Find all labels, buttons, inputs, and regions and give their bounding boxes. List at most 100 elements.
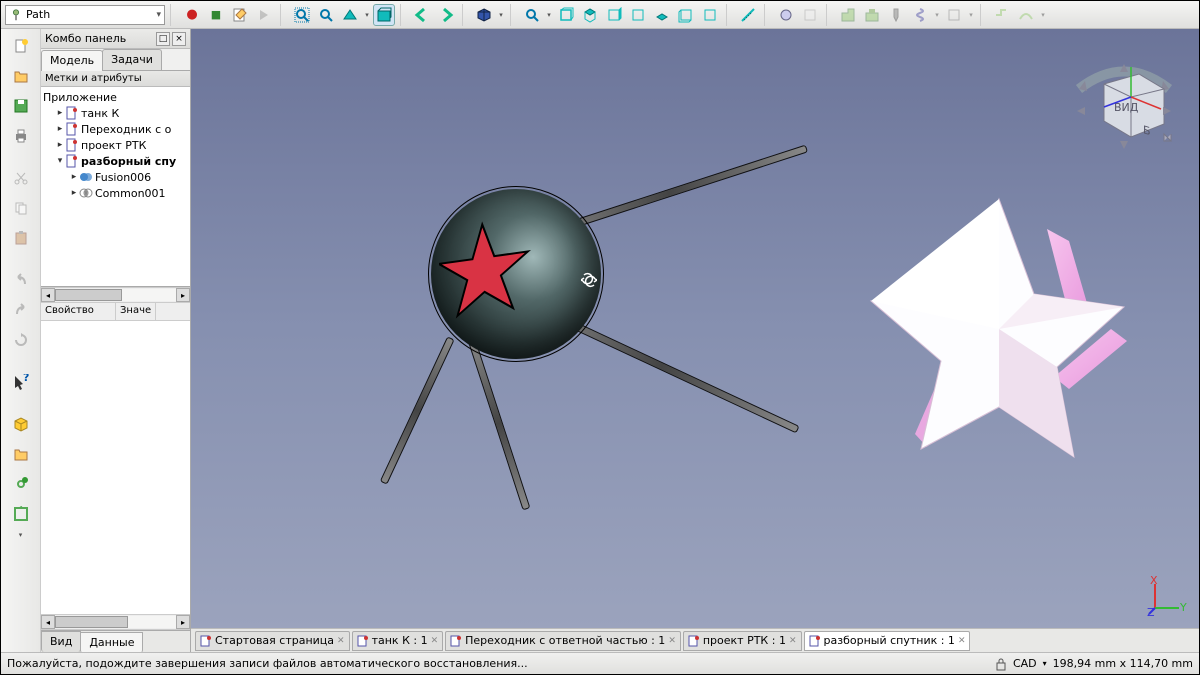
record-button[interactable]: ●: [181, 4, 203, 26]
link-make-button[interactable]: [7, 471, 35, 497]
expand-icon[interactable]: ▸: [69, 188, 79, 198]
doc-tab-active[interactable]: разборный спутник : 1 ✕: [804, 631, 971, 651]
dropdown-arrow-icon[interactable]: ▾: [363, 11, 371, 19]
view-left-button[interactable]: [675, 4, 697, 26]
doc-tab[interactable]: проект РТК : 1 ✕: [683, 631, 802, 651]
zoom-region-button[interactable]: [521, 4, 543, 26]
dropdown-arrow-icon[interactable]: ▾: [967, 11, 975, 19]
save-file-button[interactable]: [7, 93, 35, 119]
doc-tab[interactable]: танк К : 1 ✕: [352, 631, 444, 651]
refresh-button[interactable]: [7, 327, 35, 353]
isometric-view-button[interactable]: [473, 4, 495, 26]
nav-mode[interactable]: CAD: [1013, 657, 1037, 670]
close-tab-icon[interactable]: ✕: [958, 636, 966, 646]
workbench-selector[interactable]: Path ▾: [5, 5, 165, 25]
panel-float-button[interactable]: □: [156, 32, 170, 46]
measure-button[interactable]: [737, 4, 759, 26]
left-toolbar: ? ▾: [1, 29, 41, 652]
dropdown-arrow-icon[interactable]: ▾: [1039, 11, 1047, 19]
tree-item[interactable]: ▸ Переходник с о: [41, 121, 190, 137]
stop-button[interactable]: ■: [205, 4, 227, 26]
doc-tab[interactable]: Переходник с ответной частью : 1 ✕: [445, 631, 681, 651]
path-engrave-button[interactable]: [943, 4, 965, 26]
nav-forward-button[interactable]: [435, 4, 457, 26]
dropdown-arrow-icon[interactable]: ▾: [545, 11, 553, 19]
undo-button[interactable]: [7, 267, 35, 293]
tab-tasks[interactable]: Задачи: [102, 49, 162, 70]
tree-item-child[interactable]: ▸ Common001: [41, 185, 190, 201]
dropdown-arrow-icon[interactable]: ▾: [17, 531, 25, 539]
copy-button[interactable]: [7, 195, 35, 221]
tab-data[interactable]: Данные: [80, 632, 143, 652]
path-drill-button[interactable]: [885, 4, 907, 26]
cut-button[interactable]: [7, 165, 35, 191]
tree-item-active[interactable]: ▾ разборный спу: [41, 153, 190, 169]
property-header: Свойство Значе: [41, 303, 190, 321]
antenna: [467, 337, 530, 511]
scroll-right-button[interactable]: ▸: [176, 288, 190, 302]
dropdown-arrow-icon[interactable]: ▾: [933, 11, 941, 19]
new-file-button[interactable]: [7, 33, 35, 59]
chevron-down-icon[interactable]: ▾: [1043, 659, 1047, 668]
print-button[interactable]: [7, 123, 35, 149]
tab-view[interactable]: Вид: [41, 631, 81, 652]
close-tab-icon[interactable]: ✕: [431, 636, 439, 646]
model-tree[interactable]: Приложение ▸ танк К ▸ Переходник с о ▸ п…: [41, 87, 190, 287]
combo-panel-header: Комбо панель □ ×: [41, 29, 190, 49]
view-iso2-button[interactable]: [699, 4, 721, 26]
close-tab-icon[interactable]: ✕: [789, 636, 797, 646]
doc-tab[interactable]: Стартовая страница ✕: [195, 631, 350, 651]
open-file-button[interactable]: [7, 63, 35, 89]
path-dressup-2-button[interactable]: [1015, 4, 1037, 26]
dropdown-arrow-icon[interactable]: ▾: [497, 11, 505, 19]
redo-button[interactable]: [7, 297, 35, 323]
tree-item[interactable]: ▸ танк К: [41, 105, 190, 121]
scroll-left-button[interactable]: ◂: [41, 288, 55, 302]
scroll-right-button[interactable]: ▸: [176, 615, 190, 629]
scroll-left-button[interactable]: ◂: [41, 615, 55, 629]
whats-this-button[interactable]: ?: [7, 369, 35, 395]
path-tool-1-button[interactable]: [775, 4, 797, 26]
expand-icon[interactable]: ▸: [55, 108, 65, 118]
view-bottom-button[interactable]: [651, 4, 673, 26]
tree-root[interactable]: Приложение: [41, 89, 190, 105]
tree-hscrollbar[interactable]: ◂ ▸: [41, 287, 190, 303]
app-window: Path ▾ ● ■ ▾ ▾ ▾: [0, 0, 1200, 675]
view-front-button[interactable]: [555, 4, 577, 26]
macro-play-button[interactable]: [253, 4, 275, 26]
close-tab-icon[interactable]: ✕: [337, 636, 345, 646]
draw-style-button[interactable]: [339, 4, 361, 26]
path-tool-2-button[interactable]: [799, 4, 821, 26]
axes-indicator: Y X Z: [1147, 576, 1187, 616]
bounding-box-button[interactable]: [373, 4, 395, 26]
macro-edit-button[interactable]: [229, 4, 251, 26]
part-group-button[interactable]: [7, 441, 35, 467]
path-dressup-1-button[interactable]: [991, 4, 1013, 26]
link-group-button[interactable]: [7, 501, 35, 527]
zoom-selection-button[interactable]: [315, 4, 337, 26]
expand-icon[interactable]: ▸: [69, 172, 79, 182]
path-pocket-button[interactable]: [861, 4, 883, 26]
panel-close-button[interactable]: ×: [172, 32, 186, 46]
zoom-fit-button[interactable]: [291, 4, 313, 26]
view-right-button[interactable]: [603, 4, 625, 26]
paste-button[interactable]: [7, 225, 35, 251]
expand-icon[interactable]: ▸: [55, 140, 65, 150]
tree-item[interactable]: ▸ проект РТК: [41, 137, 190, 153]
view-rear-button[interactable]: [627, 4, 649, 26]
view-top-button[interactable]: [579, 4, 601, 26]
path-helix-button[interactable]: [909, 4, 931, 26]
prop-hscrollbar[interactable]: ◂ ▸: [41, 614, 190, 630]
navigation-cube[interactable]: ВИД Б: [1069, 49, 1179, 159]
nav-back-button[interactable]: [411, 4, 433, 26]
tree-item-child[interactable]: ▸ Fusion006: [41, 169, 190, 185]
3d-viewport[interactable]: ВИД Б Y X Z: [191, 29, 1199, 628]
collapse-icon[interactable]: ▾: [55, 156, 65, 166]
lock-icon[interactable]: [995, 657, 1007, 671]
tab-model[interactable]: Модель: [41, 50, 103, 71]
expand-icon[interactable]: ▸: [55, 124, 65, 134]
path-profile-button[interactable]: [837, 4, 859, 26]
close-tab-icon[interactable]: ✕: [668, 636, 676, 646]
property-body[interactable]: [41, 321, 190, 614]
part-box-button[interactable]: [7, 411, 35, 437]
